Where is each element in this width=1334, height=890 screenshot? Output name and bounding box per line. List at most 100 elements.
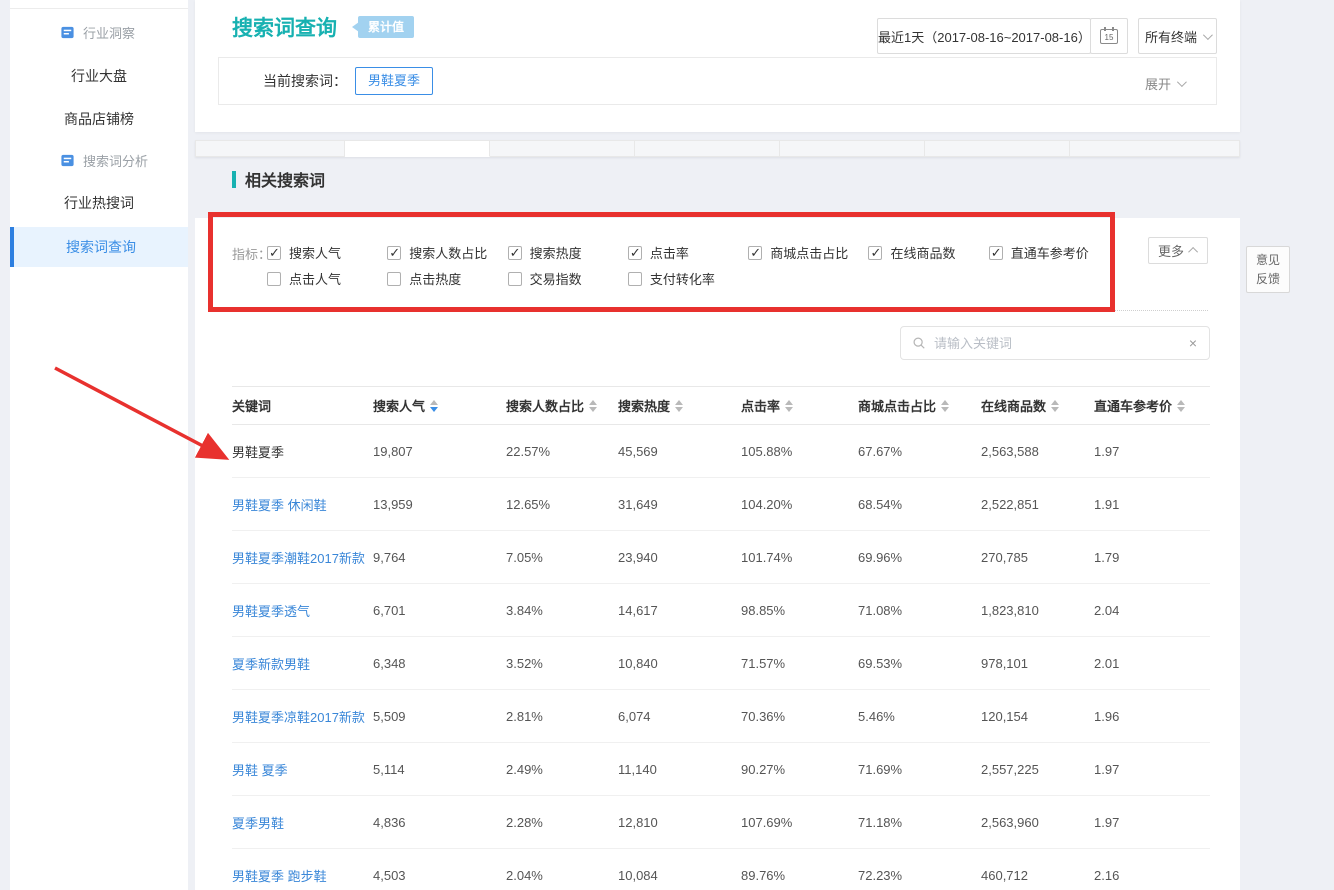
metric-option[interactable]: 支付转化率	[628, 269, 748, 288]
sort-icon[interactable]	[941, 400, 949, 412]
keyword-link[interactable]: 男鞋夏季凉鞋2017新款	[232, 707, 373, 726]
tab[interactable]	[490, 140, 635, 157]
checkbox-icon[interactable]	[628, 246, 642, 260]
table-body: 男鞋夏季19,80722.57%45,569105.88%67.67%2,563…	[232, 425, 1210, 890]
search-term-analysis-icon	[60, 153, 75, 168]
metric-option[interactable]: 搜索热度	[508, 243, 628, 262]
column-header[interactable]: 商城点击占比	[858, 396, 981, 415]
metrics-label: 指标：	[232, 244, 271, 263]
keyword-search-box: ×	[900, 326, 1210, 360]
cumulative-badge: 累计值	[358, 16, 414, 38]
feedback-button[interactable]: 意见 反馈	[1246, 246, 1290, 293]
column-header: 关键词	[232, 396, 373, 415]
checkbox-icon[interactable]	[748, 246, 762, 260]
keyword-link[interactable]: 男鞋夏季透气	[232, 601, 373, 620]
cell-value: 120,154	[981, 709, 1094, 724]
calendar-button[interactable]: 15	[1090, 18, 1128, 54]
cell-value: 270,785	[981, 550, 1094, 565]
metric-label: 搜索人气	[289, 243, 341, 262]
metric-option[interactable]: 搜索人数占比	[387, 243, 507, 262]
metric-option[interactable]: 直通车参考价	[989, 243, 1109, 262]
table-row: 男鞋夏季潮鞋2017新款9,7647.05%23,940101.74%69.96…	[232, 531, 1210, 584]
cell-value: 71.69%	[858, 762, 981, 777]
column-header[interactable]: 搜索人气	[373, 396, 506, 415]
cell-value: 105.88%	[741, 444, 858, 459]
column-header[interactable]: 搜索热度	[618, 396, 741, 415]
section-accent-bar	[232, 171, 236, 188]
more-button[interactable]: 更多	[1148, 237, 1208, 264]
cell-value: 90.27%	[741, 762, 858, 777]
cell-value: 104.20%	[741, 497, 858, 512]
table-row: 男鞋夏季 跑步鞋4,5032.04%10,08489.76%72.23%460,…	[232, 849, 1210, 890]
search-icon	[912, 336, 926, 350]
sort-icon[interactable]	[1177, 400, 1185, 412]
cell-value: 2,563,588	[981, 444, 1094, 459]
cell-value: 2.04%	[506, 868, 618, 883]
metric-option[interactable]: 点击率	[628, 243, 748, 262]
checkbox-icon[interactable]	[508, 272, 522, 286]
column-header[interactable]: 直通车参考价	[1094, 396, 1210, 415]
metric-option[interactable]: 点击热度	[387, 269, 507, 288]
current-term-tag[interactable]: 男鞋夏季	[355, 67, 433, 95]
tab[interactable]	[635, 140, 780, 157]
keyword-text: 男鞋夏季	[232, 442, 373, 461]
sidebar-item-product-shop-rank[interactable]: 商品店铺榜	[10, 99, 188, 139]
checkbox-icon[interactable]	[989, 246, 1003, 260]
sidebar-item-industry-overview[interactable]: 行业大盘	[10, 56, 188, 96]
column-header[interactable]: 点击率	[741, 396, 858, 415]
cell-value: 1.97	[1094, 444, 1210, 459]
search-input[interactable]	[934, 336, 1189, 351]
column-header[interactable]: 搜索人数占比	[506, 396, 618, 415]
sidebar-item-industry-hot-words[interactable]: 行业热搜词	[10, 183, 188, 223]
column-header[interactable]: 在线商品数	[981, 396, 1094, 415]
cell-value: 71.57%	[741, 656, 858, 671]
keyword-link[interactable]: 男鞋夏季 跑步鞋	[232, 866, 373, 885]
keyword-link[interactable]: 男鞋夏季潮鞋2017新款	[232, 548, 373, 567]
cell-value: 3.52%	[506, 656, 618, 671]
sidebar-item-search-term-query[interactable]: 搜索词查询	[10, 227, 188, 267]
tab[interactable]	[780, 140, 925, 157]
sort-icon[interactable]	[589, 400, 597, 412]
sort-icon[interactable]	[430, 400, 438, 412]
checkbox-icon[interactable]	[267, 246, 281, 260]
terminal-filter-dropdown[interactable]: 所有终端	[1138, 18, 1217, 54]
cell-value: 89.76%	[741, 868, 858, 883]
checkbox-icon[interactable]	[628, 272, 642, 286]
tab-active[interactable]	[345, 140, 490, 157]
expand-toggle[interactable]: 展开	[1145, 74, 1184, 93]
close-icon[interactable]: ×	[1189, 335, 1197, 351]
keyword-link[interactable]: 夏季新款男鞋	[232, 654, 373, 673]
checkbox-icon[interactable]	[267, 272, 281, 286]
metric-option[interactable]: 交易指数	[508, 269, 628, 288]
tab[interactable]	[1070, 140, 1240, 157]
column-label: 点击率	[741, 396, 780, 415]
keyword-link[interactable]: 男鞋 夏季	[232, 760, 373, 779]
calendar-icon: 15	[1100, 29, 1118, 44]
keyword-link[interactable]: 夏季男鞋	[232, 813, 373, 832]
metric-label: 交易指数	[530, 269, 582, 288]
page-title: 搜索词查询	[232, 12, 337, 42]
cell-value: 98.85%	[741, 603, 858, 618]
sort-icon[interactable]	[675, 400, 683, 412]
metric-option[interactable]: 在线商品数	[868, 243, 988, 262]
checkbox-icon[interactable]	[387, 272, 401, 286]
tab[interactable]	[195, 140, 345, 157]
sort-icon[interactable]	[785, 400, 793, 412]
cell-value: 12,810	[618, 815, 741, 830]
metric-label: 商城点击占比	[770, 243, 848, 262]
metric-label: 搜索人数占比	[409, 243, 487, 262]
metric-option[interactable]: 搜索人气	[267, 243, 387, 262]
checkbox-icon[interactable]	[387, 246, 401, 260]
date-range-button[interactable]: 最近1天（2017-08-16~2017-08-16）	[877, 18, 1091, 54]
cell-value: 19,807	[373, 444, 506, 459]
sort-icon[interactable]	[1051, 400, 1059, 412]
metric-option[interactable]: 点击人气	[267, 269, 387, 288]
chevron-up-icon	[1188, 247, 1198, 257]
tab[interactable]	[925, 140, 1070, 157]
checkbox-icon[interactable]	[868, 246, 882, 260]
checkbox-icon[interactable]	[508, 246, 522, 260]
metric-label: 点击热度	[409, 269, 461, 288]
keyword-link[interactable]: 男鞋夏季 休闲鞋	[232, 495, 373, 514]
table-row: 男鞋夏季19,80722.57%45,569105.88%67.67%2,563…	[232, 425, 1210, 478]
metric-option[interactable]: 商城点击占比	[748, 243, 868, 262]
